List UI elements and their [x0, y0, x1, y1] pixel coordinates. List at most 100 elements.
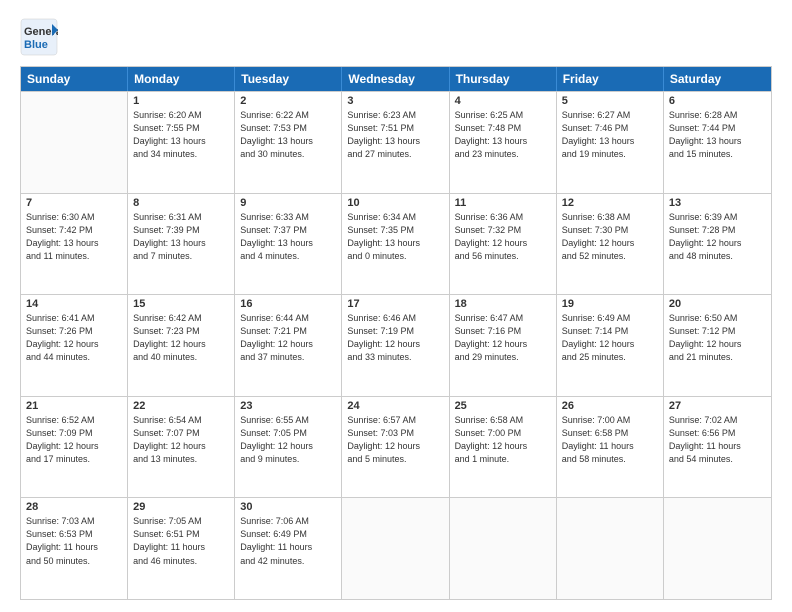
day-info: Sunrise: 6:30 AM Sunset: 7:42 PM Dayligh… — [26, 211, 122, 263]
day-info: Sunrise: 6:36 AM Sunset: 7:32 PM Dayligh… — [455, 211, 551, 263]
day-number: 29 — [133, 501, 229, 513]
logo-svg: General Blue — [20, 18, 58, 56]
day-14: 14 Sunrise: 6:41 AM Sunset: 7:26 PM Dayli… — [21, 295, 128, 396]
day-number: 25 — [455, 400, 551, 412]
day-number: 21 — [26, 400, 122, 412]
day-10: 10 Sunrise: 6:34 AM Sunset: 7:35 PM Dayli… — [342, 194, 449, 295]
day-18: 18 Sunrise: 6:47 AM Sunset: 7:16 PM Dayli… — [450, 295, 557, 396]
day-number: 14 — [26, 298, 122, 310]
day-27: 27 Sunrise: 7:02 AM Sunset: 6:56 PM Dayli… — [664, 397, 771, 498]
day-24: 24 Sunrise: 6:57 AM Sunset: 7:03 PM Dayli… — [342, 397, 449, 498]
day-info: Sunrise: 6:22 AM Sunset: 7:53 PM Dayligh… — [240, 109, 336, 161]
day-info: Sunrise: 6:42 AM Sunset: 7:23 PM Dayligh… — [133, 312, 229, 364]
header: General Blue — [20, 18, 772, 56]
day-29: 29 Sunrise: 7:05 AM Sunset: 6:51 PM Dayli… — [128, 498, 235, 599]
day-5: 5 Sunrise: 6:27 AM Sunset: 7:46 PM Daylig… — [557, 92, 664, 193]
day-12: 12 Sunrise: 6:38 AM Sunset: 7:30 PM Dayli… — [557, 194, 664, 295]
header-monday: Monday — [128, 67, 235, 91]
header-tuesday: Tuesday — [235, 67, 342, 91]
day-number: 30 — [240, 501, 336, 513]
day-info: Sunrise: 6:33 AM Sunset: 7:37 PM Dayligh… — [240, 211, 336, 263]
day-info: Sunrise: 6:50 AM Sunset: 7:12 PM Dayligh… — [669, 312, 766, 364]
day-30: 30 Sunrise: 7:06 AM Sunset: 6:49 PM Dayli… — [235, 498, 342, 599]
day-number: 10 — [347, 197, 443, 209]
day-number: 2 — [240, 95, 336, 107]
day-number: 20 — [669, 298, 766, 310]
day-23: 23Sunrise: 6:55 AM Sunset: 7:05 PM Dayli… — [235, 397, 342, 498]
week-row-1: 1 Sunrise: 6:20 AM Sunset: 7:55 PM Daylig… — [21, 91, 771, 193]
day-number: 6 — [669, 95, 766, 107]
day-info: Sunrise: 7:02 AM Sunset: 6:56 PM Dayligh… — [669, 414, 766, 466]
day-8: 8Sunrise: 6:31 AM Sunset: 7:39 PM Daylig… — [128, 194, 235, 295]
day-info: Sunrise: 6:25 AM Sunset: 7:48 PM Dayligh… — [455, 109, 551, 161]
day-26: 26 Sunrise: 7:00 AM Sunset: 6:58 PM Dayli… — [557, 397, 664, 498]
day-number: 1 — [133, 95, 229, 107]
day-number: 11 — [455, 197, 551, 209]
day-7: 7Sunrise: 6:30 AM Sunset: 7:42 PM Daylig… — [21, 194, 128, 295]
calendar-body: 1 Sunrise: 6:20 AM Sunset: 7:55 PM Daylig… — [21, 91, 771, 599]
day-number: 26 — [562, 400, 658, 412]
logo: General Blue — [20, 18, 58, 56]
day-info: Sunrise: 6:28 AM Sunset: 7:44 PM Dayligh… — [669, 109, 766, 161]
day-22: 22Sunrise: 6:54 AM Sunset: 7:07 PM Dayli… — [128, 397, 235, 498]
day-info: Sunrise: 6:54 AM Sunset: 7:07 PM Dayligh… — [133, 414, 229, 466]
day-number: 12 — [562, 197, 658, 209]
header-thursday: Thursday — [450, 67, 557, 91]
day-28: 28Sunrise: 7:03 AM Sunset: 6:53 PM Dayli… — [21, 498, 128, 599]
day-info: Sunrise: 6:44 AM Sunset: 7:21 PM Dayligh… — [240, 312, 336, 364]
day-info: Sunrise: 7:05 AM Sunset: 6:51 PM Dayligh… — [133, 515, 229, 567]
header-friday: Friday — [557, 67, 664, 91]
header-saturday: Saturday — [664, 67, 771, 91]
day-15: 15 Sunrise: 6:42 AM Sunset: 7:23 PM Dayli… — [128, 295, 235, 396]
day-number: 13 — [669, 197, 766, 209]
day-info: Sunrise: 6:49 AM Sunset: 7:14 PM Dayligh… — [562, 312, 658, 364]
day-info: Sunrise: 6:46 AM Sunset: 7:19 PM Dayligh… — [347, 312, 443, 364]
week-row-4: 21 Sunrise: 6:52 AM Sunset: 7:09 PM Dayli… — [21, 396, 771, 498]
empty-cell-4-5 — [557, 498, 664, 599]
svg-text:Blue: Blue — [24, 39, 48, 51]
day-info: Sunrise: 6:38 AM Sunset: 7:30 PM Dayligh… — [562, 211, 658, 263]
day-info: Sunrise: 6:47 AM Sunset: 7:16 PM Dayligh… — [455, 312, 551, 364]
day-16: 16 Sunrise: 6:44 AM Sunset: 7:21 PM Dayli… — [235, 295, 342, 396]
empty-cell-0-0 — [21, 92, 128, 193]
day-info: Sunrise: 6:34 AM Sunset: 7:35 PM Dayligh… — [347, 211, 443, 263]
day-number: 15 — [133, 298, 229, 310]
day-info: Sunrise: 7:03 AM Sunset: 6:53 PM Dayligh… — [26, 515, 122, 567]
day-2: 2 Sunrise: 6:22 AM Sunset: 7:53 PM Daylig… — [235, 92, 342, 193]
header-sunday: Sunday — [21, 67, 128, 91]
day-number: 24 — [347, 400, 443, 412]
day-number: 8 — [133, 197, 229, 209]
day-info: Sunrise: 6:39 AM Sunset: 7:28 PM Dayligh… — [669, 211, 766, 263]
calendar: SundayMondayTuesdayWednesdayThursdayFrid… — [20, 66, 772, 600]
empty-cell-4-6 — [664, 498, 771, 599]
day-21: 21 Sunrise: 6:52 AM Sunset: 7:09 PM Dayli… — [21, 397, 128, 498]
day-25: 25 Sunrise: 6:58 AM Sunset: 7:00 PM Dayli… — [450, 397, 557, 498]
day-info: Sunrise: 7:06 AM Sunset: 6:49 PM Dayligh… — [240, 515, 336, 567]
empty-cell-4-3 — [342, 498, 449, 599]
header-wednesday: Wednesday — [342, 67, 449, 91]
day-info: Sunrise: 6:57 AM Sunset: 7:03 PM Dayligh… — [347, 414, 443, 466]
day-number: 5 — [562, 95, 658, 107]
day-3: 3Sunrise: 6:23 AM Sunset: 7:51 PM Daylig… — [342, 92, 449, 193]
day-19: 19 Sunrise: 6:49 AM Sunset: 7:14 PM Dayli… — [557, 295, 664, 396]
day-20: 20 Sunrise: 6:50 AM Sunset: 7:12 PM Dayli… — [664, 295, 771, 396]
day-info: Sunrise: 6:20 AM Sunset: 7:55 PM Dayligh… — [133, 109, 229, 161]
empty-cell-4-4 — [450, 498, 557, 599]
day-info: Sunrise: 6:58 AM Sunset: 7:00 PM Dayligh… — [455, 414, 551, 466]
calendar-header: SundayMondayTuesdayWednesdayThursdayFrid… — [21, 67, 771, 91]
day-info: Sunrise: 7:00 AM Sunset: 6:58 PM Dayligh… — [562, 414, 658, 466]
day-info: Sunrise: 6:52 AM Sunset: 7:09 PM Dayligh… — [26, 414, 122, 466]
day-11: 11 Sunrise: 6:36 AM Sunset: 7:32 PM Dayli… — [450, 194, 557, 295]
day-4: 4Sunrise: 6:25 AM Sunset: 7:48 PM Daylig… — [450, 92, 557, 193]
day-number: 27 — [669, 400, 766, 412]
day-number: 19 — [562, 298, 658, 310]
day-9: 9Sunrise: 6:33 AM Sunset: 7:37 PM Daylig… — [235, 194, 342, 295]
day-number: 18 — [455, 298, 551, 310]
day-info: Sunrise: 6:27 AM Sunset: 7:46 PM Dayligh… — [562, 109, 658, 161]
day-number: 16 — [240, 298, 336, 310]
day-number: 3 — [347, 95, 443, 107]
day-13: 13 Sunrise: 6:39 AM Sunset: 7:28 PM Dayli… — [664, 194, 771, 295]
day-6: 6 Sunrise: 6:28 AM Sunset: 7:44 PM Daylig… — [664, 92, 771, 193]
day-1: 1 Sunrise: 6:20 AM Sunset: 7:55 PM Daylig… — [128, 92, 235, 193]
day-info: Sunrise: 6:41 AM Sunset: 7:26 PM Dayligh… — [26, 312, 122, 364]
